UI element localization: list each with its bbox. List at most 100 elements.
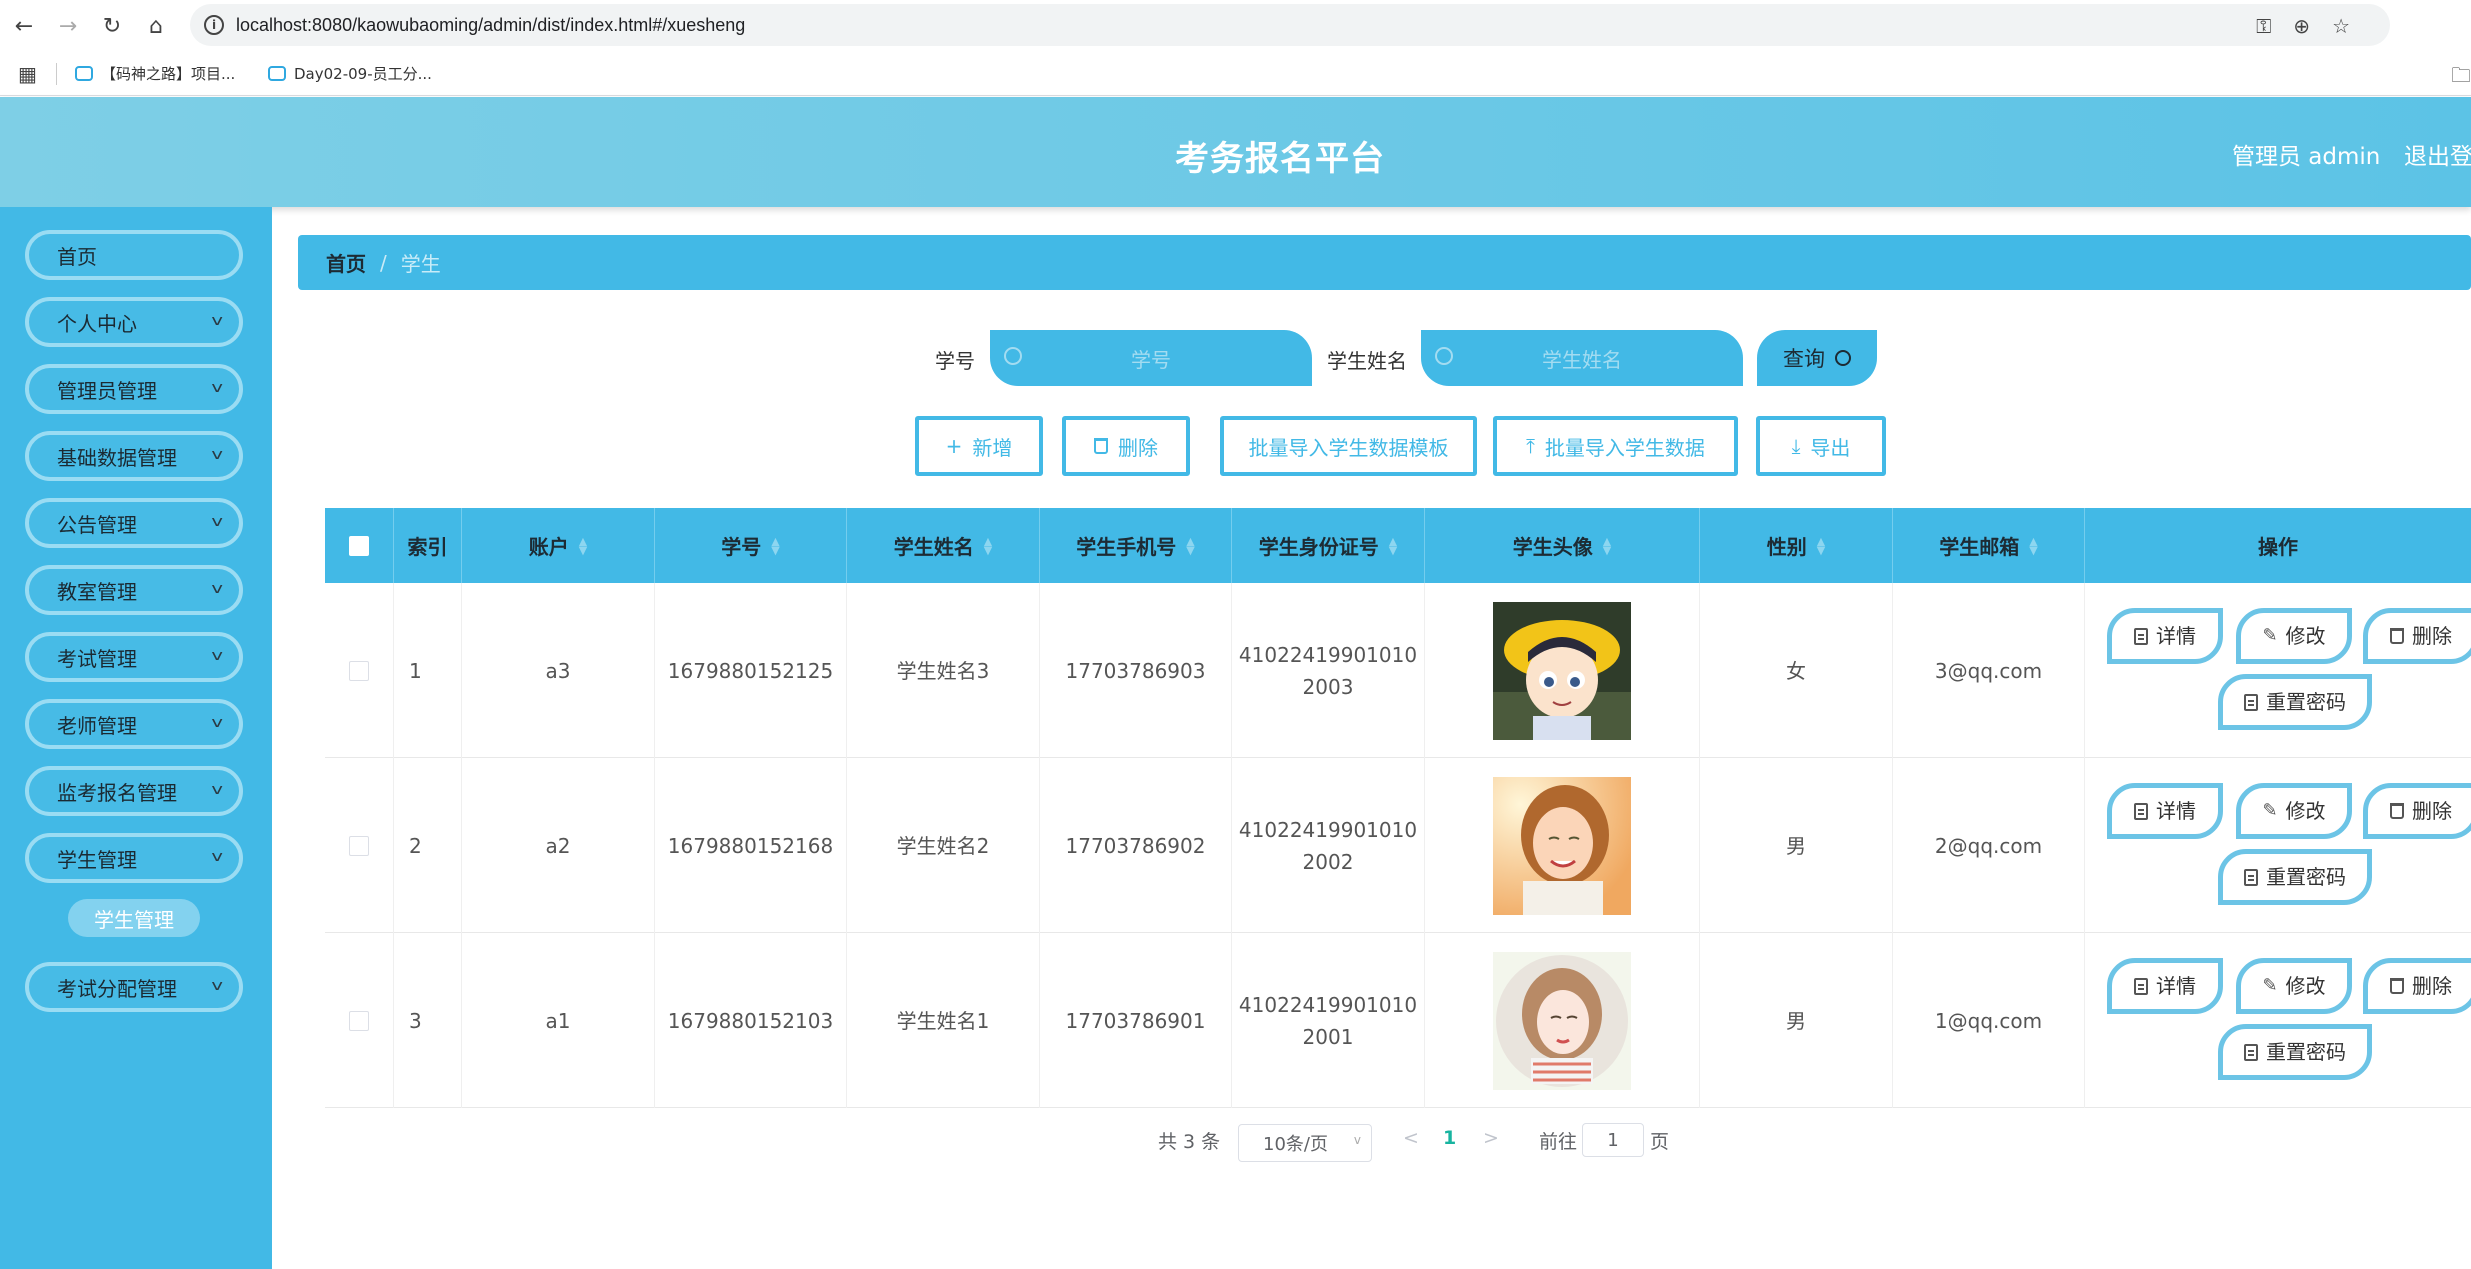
student-avatar	[1493, 776, 1631, 915]
header-email[interactable]: 学生邮箱 ▲ ▼	[1893, 508, 2085, 583]
row-select[interactable]	[325, 933, 394, 1108]
query-button[interactable]: 查询	[1757, 330, 1877, 386]
sort-icon[interactable]: ▲ ▼	[1603, 536, 1611, 556]
edit-button[interactable]: ✎ 修改	[2236, 958, 2352, 1014]
bookmark-1-label: 【码神之路】项目...	[101, 65, 236, 83]
sidebar-item-label: 公告管理	[57, 512, 137, 537]
sort-icon[interactable]: ▲ ▼	[2029, 536, 2037, 556]
cell-avatar	[1425, 758, 1700, 933]
home-icon[interactable]: ⌂	[140, 10, 172, 42]
sidebar-item-student[interactable]: 学生管理 v	[25, 833, 243, 883]
row-delete-label: 删除	[2412, 799, 2452, 823]
logout-link[interactable]: 退出登	[2404, 137, 2471, 171]
student-name-placeholder: 学生姓名	[1542, 347, 1622, 372]
cell-student-no: 1679880152168	[655, 758, 847, 933]
bookmark-1[interactable]: 【码神之路】项目...	[75, 63, 235, 84]
sort-icon[interactable]: ▲ ▼	[1389, 536, 1397, 556]
app-title: 考务报名平台	[1175, 139, 1385, 179]
header-avatar[interactable]: 学生头像 ▲ ▼	[1425, 508, 1700, 583]
delete-button[interactable]: 删除	[1062, 416, 1190, 476]
header-account[interactable]: 账户 ▲ ▼	[462, 508, 655, 583]
import-data-button[interactable]: ⤒ 批量导入学生数据	[1493, 416, 1738, 476]
page-number-current[interactable]: 1	[1443, 1127, 1456, 1149]
folder-icon[interactable]: 🗀	[2451, 61, 2471, 95]
sidebar-item-home[interactable]: 首页	[25, 230, 243, 280]
reset-password-button[interactable]: 重置密码	[2218, 1024, 2372, 1080]
sidebar-item-teacher[interactable]: 老师管理 v	[25, 699, 243, 749]
reset-password-button[interactable]: 重置密码	[2218, 674, 2372, 730]
sort-icon[interactable]: ▲ ▼	[771, 536, 779, 556]
goto-page-input[interactable]: 1	[1582, 1123, 1644, 1157]
key-icon[interactable]: ⚿	[2256, 14, 2271, 38]
detail-button[interactable]: 详情	[2107, 783, 2223, 839]
cell-name: 学生姓名1	[847, 933, 1040, 1108]
page-size-select[interactable]: 10条/页 v	[1238, 1124, 1372, 1162]
row-checkbox[interactable]	[349, 835, 369, 856]
edit-button[interactable]: ✎ 修改	[2236, 608, 2352, 664]
reset-password-button[interactable]: 重置密码	[2218, 849, 2372, 905]
student-avatar	[1493, 601, 1631, 740]
row-checkbox[interactable]	[349, 1010, 369, 1031]
site-info-icon[interactable]: i	[204, 15, 224, 35]
sidebar-item-profile[interactable]: 个人中心 v	[25, 297, 243, 347]
row-checkbox[interactable]	[349, 660, 369, 681]
detail-button[interactable]: 详情	[2107, 958, 2223, 1014]
edit-label: 修改	[2285, 799, 2326, 823]
cell-phone: 17703786901	[1040, 933, 1232, 1108]
sidebar-item-notice[interactable]: 公告管理 v	[25, 498, 243, 548]
sidebar-item-exam-assign[interactable]: 考试分配管理 v	[25, 962, 243, 1012]
export-label: 导出	[1810, 435, 1851, 460]
row-delete-button[interactable]: 删除	[2363, 958, 2471, 1014]
import-template-button[interactable]: 批量导入学生数据模板	[1220, 416, 1477, 476]
row-delete-button[interactable]: 删除	[2363, 783, 2471, 839]
prev-page-button[interactable]: <	[1403, 1127, 1419, 1149]
sidebar-item-basic-data[interactable]: 基础数据管理 v	[25, 431, 243, 481]
sidebar-item-admin[interactable]: 管理员管理 v	[25, 364, 243, 414]
bookmark-2[interactable]: Day02-09-员工分...	[268, 63, 432, 84]
add-button[interactable]: + 新增	[915, 416, 1043, 476]
student-no-input[interactable]: 学号	[990, 330, 1312, 386]
header-phone-label: 学生手机号	[1076, 535, 1177, 559]
star-icon[interactable]: ☆	[2332, 14, 2350, 38]
back-icon[interactable]: ←	[8, 10, 40, 42]
cell-gender: 女	[1700, 583, 1893, 758]
sidebar-item-invigilation[interactable]: 监考报名管理 v	[25, 766, 243, 816]
header-phone[interactable]: 学生手机号 ▲ ▼	[1040, 508, 1232, 583]
apps-grid-icon[interactable]: ▦	[18, 62, 37, 86]
edit-button[interactable]: ✎ 修改	[2236, 783, 2352, 839]
delete-label: 删除	[1118, 435, 1158, 460]
row-delete-button[interactable]: 删除	[2363, 608, 2471, 664]
bookmark-separator	[56, 63, 57, 85]
url-text[interactable]: localhost:8080/kaowubaoming/admin/dist/i…	[236, 15, 745, 36]
export-button[interactable]: ⤓ 导出	[1756, 416, 1886, 476]
select-all-checkbox[interactable]	[349, 535, 369, 556]
sort-icon[interactable]: ▲ ▼	[984, 536, 992, 556]
header-student-no[interactable]: 学号 ▲ ▼	[655, 508, 847, 583]
forward-icon[interactable]: →	[52, 10, 84, 42]
student-no-label: 学号	[935, 349, 975, 373]
sort-icon[interactable]: ▲ ▼	[1817, 536, 1825, 556]
row-delete-label: 删除	[2412, 974, 2452, 998]
address-bar[interactable]: i localhost:8080/kaowubaoming/admin/dist…	[190, 4, 2390, 46]
zoom-icon[interactable]: ⊕	[2293, 14, 2310, 38]
row-select[interactable]	[325, 583, 394, 758]
student-name-input[interactable]: 学生姓名	[1421, 330, 1743, 386]
row-select[interactable]	[325, 758, 394, 933]
sidebar-item-classroom[interactable]: 教室管理 v	[25, 565, 243, 615]
search-icon	[1435, 347, 1453, 365]
sort-icon[interactable]: ▲ ▼	[1186, 536, 1194, 556]
sidebar-subitem-student-manage[interactable]: 学生管理	[68, 899, 200, 937]
header-account-label: 账户	[528, 535, 569, 559]
id-card-line-1: 41022419901010	[1238, 992, 1418, 1017]
detail-button[interactable]: 详情	[2107, 608, 2223, 664]
header-gender[interactable]: 性别 ▲ ▼	[1700, 508, 1893, 583]
header-name[interactable]: 学生姓名 ▲ ▼	[847, 508, 1040, 583]
breadcrumb-home[interactable]: 首页	[326, 248, 366, 277]
header-name-label: 学生姓名	[893, 535, 974, 559]
header-select-all[interactable]	[325, 508, 394, 583]
sort-icon[interactable]: ▲ ▼	[579, 536, 587, 556]
reload-icon[interactable]: ↻	[96, 10, 128, 42]
header-id-card[interactable]: 学生身份证号 ▲ ▼	[1232, 508, 1425, 583]
sidebar-item-exam[interactable]: 考试管理 v	[25, 632, 243, 682]
next-page-button[interactable]: >	[1483, 1127, 1499, 1149]
